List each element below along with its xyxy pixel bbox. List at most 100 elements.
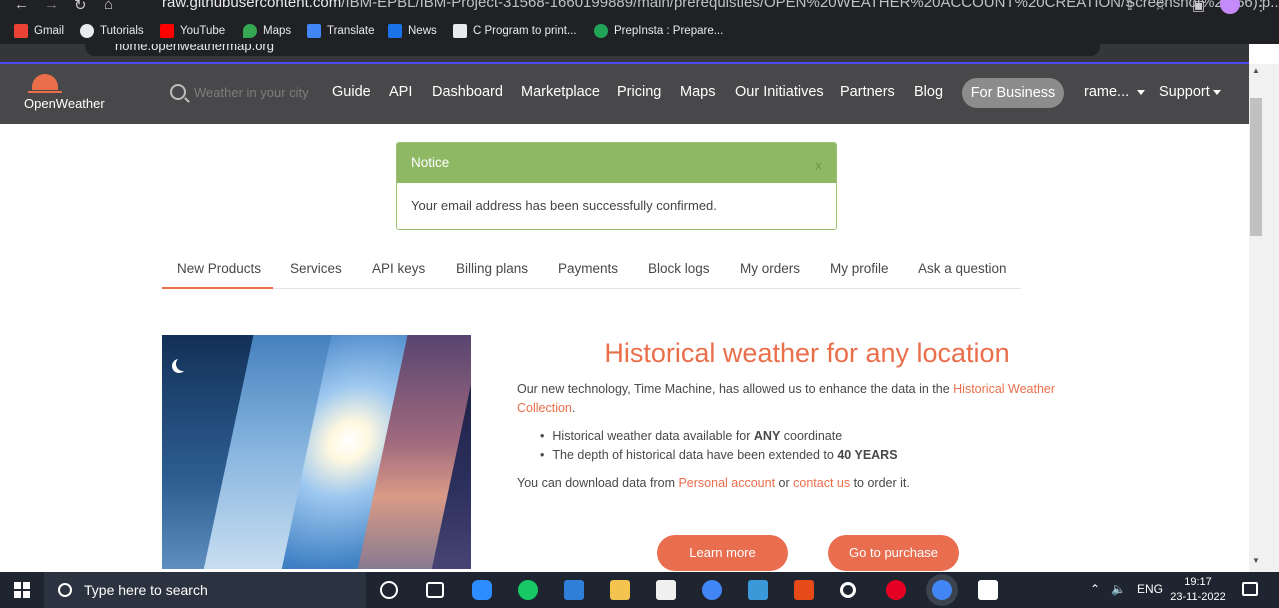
for-business-button[interactable]: For Business	[962, 78, 1064, 108]
tab-payments[interactable]: Payments	[558, 261, 618, 276]
site-icon	[453, 24, 467, 38]
tab-icon[interactable]: ▣	[1192, 0, 1205, 14]
taskbar-clock[interactable]: 19:17 23-11-2022	[1165, 575, 1231, 605]
chevron-up-icon[interactable]: ⌃	[1090, 582, 1100, 596]
contact-us-link[interactable]: contact us	[793, 476, 850, 490]
list-item: The depth of historical data have been e…	[540, 446, 897, 465]
list-item: Historical weather data available for AN…	[540, 427, 898, 446]
search-input[interactable]	[194, 84, 314, 100]
settings-gear-icon[interactable]	[840, 582, 856, 598]
bookmark-news[interactable]: News	[388, 23, 437, 39]
windows-start-icon[interactable]	[14, 582, 30, 598]
zoom-icon[interactable]	[472, 580, 492, 600]
city-search[interactable]	[170, 84, 314, 100]
feature-list: Historical weather data available for AN…	[540, 427, 898, 465]
bookmark-maps[interactable]: Maps	[243, 23, 291, 39]
installer-icon[interactable]	[748, 580, 768, 600]
language-indicator[interactable]: ENG	[1137, 582, 1163, 596]
bookmarks-bar: Gmail Tutorials YouTube Maps Translate N…	[0, 18, 1279, 44]
bookmark-gmail[interactable]: Gmail	[14, 23, 64, 39]
tab-my-orders[interactable]: My orders	[740, 261, 800, 276]
scroll-down-icon[interactable]: ▼	[1252, 556, 1260, 565]
bookmark-label: Maps	[263, 25, 292, 37]
tab-new-products[interactable]: New Products	[177, 261, 261, 276]
close-icon[interactable]: x	[815, 145, 822, 185]
menu-icon[interactable]: ⋮	[1254, 0, 1268, 14]
bookmark-tutorials[interactable]: Tutorials	[80, 23, 144, 39]
cortana-icon[interactable]	[380, 581, 398, 599]
bookmark-label: YouTube	[180, 25, 226, 37]
taskbar-search[interactable]: Type here to search	[44, 572, 366, 608]
volume-icon[interactable]: 🔈	[1111, 582, 1126, 596]
bookmark-label: Tutorials	[100, 25, 144, 37]
file-explorer-icon[interactable]	[610, 580, 630, 600]
opera-icon[interactable]	[886, 580, 906, 600]
edge-icon[interactable]	[518, 580, 538, 600]
nav-blog[interactable]: Blog	[914, 84, 943, 100]
office-icon[interactable]	[794, 580, 814, 600]
start-tile	[14, 591, 21, 598]
nav-dashboard[interactable]: Dashboard	[432, 84, 503, 100]
nav-guide[interactable]: Guide	[332, 84, 371, 100]
notice-alert: Notice x Your email address has been suc…	[396, 142, 837, 230]
bookmark-label: PrepInsta : Prepare...	[614, 25, 724, 37]
profile-avatar[interactable]	[1220, 0, 1240, 14]
download-suffix: to order it.	[850, 476, 910, 490]
moon-icon	[176, 357, 190, 371]
openweather-logo[interactable]: OpenWeather	[24, 74, 114, 116]
tab-api-keys[interactable]: API keys	[372, 261, 425, 276]
tab-block-logs[interactable]: Block logs	[648, 261, 710, 276]
store-icon[interactable]	[656, 580, 676, 600]
tab-billing-plans[interactable]: Billing plans	[456, 261, 528, 276]
learn-more-button[interactable]: Learn more	[657, 535, 788, 571]
bullet-text: coordinate	[780, 429, 843, 443]
notice-message: Your email address has been successfully…	[411, 198, 717, 213]
nav-api[interactable]: API	[389, 84, 412, 100]
mail-icon[interactable]	[564, 580, 584, 600]
chevron-down-icon	[1137, 89, 1146, 95]
chrome-icon[interactable]	[702, 580, 722, 600]
tab-services[interactable]: Services	[290, 261, 342, 276]
prepinsta-icon	[594, 24, 608, 38]
bookmark-star-icon[interactable]: ☆	[1154, 0, 1167, 14]
bookmark-c-program[interactable]: C Program to print...	[453, 23, 577, 39]
intro-text: Our new technology, Time Machine, has al…	[517, 382, 954, 396]
logo-line	[28, 91, 62, 93]
browser-toolbar: ← → ↻ ⌂ raw.githubusercontent.com/IBM-EP…	[0, 0, 1279, 18]
support-menu[interactable]: Support	[1159, 84, 1221, 100]
task-view-icon[interactable]	[426, 582, 444, 598]
tab-my-profile[interactable]: My profile	[830, 261, 889, 276]
personal-account-link[interactable]: Personal account	[678, 476, 775, 490]
account-tabs: New Products Services API keys Billing p…	[162, 252, 1021, 289]
page-scrollbar[interactable]: ▲ ▼	[1249, 64, 1279, 572]
bookmark-prepinsta[interactable]: PrepInsta : Prepare...	[594, 23, 723, 39]
bookmark-youtube[interactable]: YouTube	[160, 23, 225, 39]
forward-icon[interactable]: →	[44, 0, 59, 13]
logo-text: OpenWeather	[24, 96, 105, 111]
user-menu[interactable]: rame...	[1084, 84, 1146, 100]
chrome-active-icon[interactable]	[932, 580, 952, 600]
bookmark-label: Gmail	[34, 25, 65, 37]
back-icon[interactable]: ←	[14, 0, 29, 13]
search-icon	[170, 84, 186, 100]
nav-partners[interactable]: Partners	[840, 84, 895, 100]
nav-maps[interactable]: Maps	[680, 84, 715, 100]
active-tab-indicator	[162, 287, 273, 289]
notifications-icon[interactable]	[1242, 582, 1258, 596]
home-icon[interactable]: ⌂	[104, 0, 113, 13]
photos-icon[interactable]	[978, 580, 998, 600]
bullet-text: The depth of historical data have been e…	[552, 448, 838, 462]
tab-ask-a-question[interactable]: Ask a question	[918, 261, 1007, 276]
notice-title: Notice	[411, 155, 450, 170]
scroll-up-icon[interactable]: ▲	[1252, 66, 1260, 75]
go-to-purchase-button[interactable]: Go to purchase	[828, 535, 959, 571]
search-icon	[58, 583, 72, 597]
share-icon[interactable]: ⇪	[1124, 0, 1136, 14]
nav-pricing[interactable]: Pricing	[617, 84, 661, 100]
bookmark-translate[interactable]: Translate	[307, 23, 375, 39]
nav-our-initiatives[interactable]: Our Initiatives	[735, 84, 824, 100]
address-bar[interactable]: raw.githubusercontent.com/IBM-EPBL/IBM-P…	[162, 0, 1279, 11]
nav-marketplace[interactable]: Marketplace	[521, 84, 600, 100]
scrollbar-thumb[interactable]	[1250, 98, 1262, 236]
reload-icon[interactable]: ↻	[74, 0, 87, 14]
